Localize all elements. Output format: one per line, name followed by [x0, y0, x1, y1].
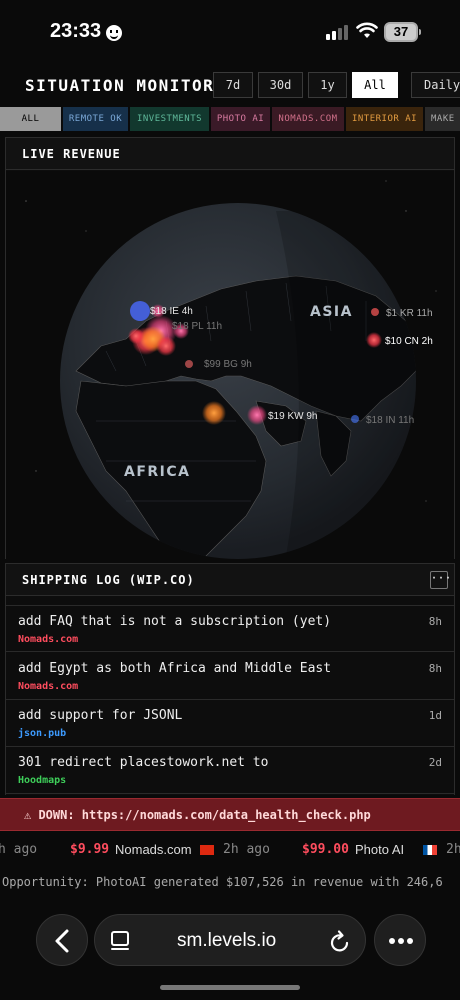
wifi-icon: [356, 22, 378, 38]
ticker-amount: $99.00: [302, 842, 349, 857]
log-entry-project[interactable]: Nomads.com: [18, 681, 78, 692]
revenue-ticker: h ago $9.99 Nomads.com 2h ago $99.00 Pho…: [0, 842, 460, 862]
focus-mode-icon: [106, 25, 122, 41]
region-label-asia: ASIA: [310, 304, 353, 320]
log-entry-project[interactable]: Nomads.com: [18, 634, 78, 645]
tab-interior-ai[interactable]: INTERIOR AI: [346, 107, 423, 131]
log-entry-title: add support for JSONL: [18, 708, 183, 723]
ellipsis-icon: [389, 938, 413, 944]
marker-label-bg: $99 BG 9h: [204, 359, 252, 370]
revenue-dot-in[interactable]: [351, 415, 359, 423]
battery-level: 37: [393, 24, 409, 39]
home-indicator: [160, 985, 300, 990]
tab-all[interactable]: ALL: [0, 107, 61, 131]
log-entry-age: 8h: [428, 662, 442, 675]
shipping-log-header: SHIPPING LOG (WIP.CO) ···: [6, 564, 454, 596]
revenue-dot[interactable]: [156, 336, 176, 356]
range-all-button[interactable]: All: [352, 72, 398, 98]
log-entry[interactable]: add support for JSONL json.pub 1d: [6, 700, 454, 747]
revenue-dot-kw[interactable]: [247, 405, 267, 425]
app-title: SITUATION MONITOR: [25, 76, 215, 95]
flag-cn-icon: [200, 845, 214, 855]
marker-label-in: $18 IN 11h: [366, 415, 414, 426]
chevron-left-icon: [55, 929, 69, 953]
downtime-alert-text: ⚠ DOWN: https://nomads.com/data_health_c…: [24, 808, 371, 822]
back-button[interactable]: [36, 914, 88, 966]
marker-label-kw: $19 KW 9h: [268, 411, 317, 422]
cellular-signal-icon: [326, 24, 350, 40]
marker-label-cn: $10 CN 2h: [385, 336, 433, 347]
category-tabs: ALL REMOTE OK INVESTMENTS PHOTO AI NOMAD…: [0, 107, 460, 131]
tab-photo-ai[interactable]: PHOTO AI: [211, 107, 270, 131]
log-entry-age: 2d: [428, 756, 442, 769]
opportunity-banner: Opportunity: PhotoAI generated $107,526 …: [2, 875, 443, 889]
revenue-dot-kr[interactable]: [371, 308, 379, 316]
log-entry[interactable]: add Egypt as both Africa and Middle East…: [6, 653, 454, 700]
flag-fr-icon: [423, 845, 437, 855]
marker-label-pl: $18 PL 11h: [172, 321, 222, 332]
ticker-amount: $9.99: [70, 842, 110, 857]
log-entry-title: add Egypt as both Africa and Middle East: [18, 661, 332, 676]
log-entry-age: 1d: [428, 709, 442, 722]
tab-make[interactable]: MAKE: [425, 107, 460, 131]
revenue-dot-eg[interactable]: [202, 401, 226, 425]
range-1y-button[interactable]: 1y: [308, 72, 347, 98]
reload-icon[interactable]: [329, 929, 351, 953]
revenue-dot-bg[interactable]: [185, 360, 193, 368]
address-bar[interactable]: sm.levels.io: [94, 914, 366, 966]
shipping-log-panel: SHIPPING LOG (WIP.CO) ··· add FAQ that i…: [5, 563, 455, 795]
marker-label-kr: $1 KR 11h: [386, 308, 433, 319]
downtime-alert[interactable]: ⚠ DOWN: https://nomads.com/data_health_c…: [0, 798, 460, 831]
revenue-globe[interactable]: ASIA AFRICA $18 IE 4h $18 PL 11h $99 BG …: [6, 171, 454, 559]
log-entry-age: 8h: [428, 615, 442, 628]
ticker-product: Photo AI: [355, 842, 405, 857]
live-revenue-title: LIVE REVENUE: [6, 138, 454, 170]
log-entry[interactable]: 301 redirect placestowork.net to Hoodmap…: [6, 747, 454, 794]
ticker-product: Nomads.com: [115, 842, 192, 857]
revenue-dot[interactable]: [128, 328, 144, 344]
region-label-africa: AFRICA: [124, 464, 191, 480]
log-entry-title: add FAQ that is not a subscription (yet): [18, 614, 332, 629]
tab-investments[interactable]: INVESTMENTS: [130, 107, 209, 131]
status-bar: 23:33 37: [0, 0, 460, 64]
range-30d-button[interactable]: 30d: [258, 72, 303, 98]
tab-remote-ok[interactable]: REMOTE OK: [63, 107, 128, 131]
more-options-button[interactable]: ···: [430, 571, 451, 589]
log-entry-project[interactable]: Hoodmaps: [18, 775, 66, 786]
tab-nomads-com[interactable]: NOMADS.COM: [272, 107, 344, 131]
live-revenue-panel: LIVE REVENUE ASIA AFRICA $18 IE 4h $18 P…: [5, 137, 455, 559]
revenue-dot-cn[interactable]: [366, 332, 382, 348]
shipping-log-title: SHIPPING LOG (WIP.CO): [22, 573, 195, 587]
ticker-age: 2h: [446, 842, 460, 857]
globe-map[interactable]: ASIA AFRICA $18 IE 4h $18 PL 11h $99 BG …: [6, 171, 454, 559]
reader-mode-icon[interactable]: [109, 930, 131, 952]
range-7d-button[interactable]: 7d: [213, 72, 253, 98]
ticker-age: 2h ago: [223, 842, 270, 857]
clock: 23:33: [50, 20, 102, 42]
log-entry-title: 301 redirect placestowork.net to: [18, 755, 269, 770]
battery-icon: 37: [384, 22, 421, 42]
more-menu-button[interactable]: [374, 914, 426, 966]
log-entry[interactable]: add FAQ that is not a subscription (yet)…: [6, 605, 454, 652]
range-daily-button[interactable]: Daily: [411, 72, 460, 98]
revenue-dot[interactable]: [130, 301, 150, 321]
ticker-lead: h ago: [0, 842, 38, 857]
log-entry-project[interactable]: json.pub: [18, 728, 66, 739]
url-text[interactable]: sm.levels.io: [177, 930, 276, 952]
marker-label-ie: $18 IE 4h: [150, 306, 193, 317]
